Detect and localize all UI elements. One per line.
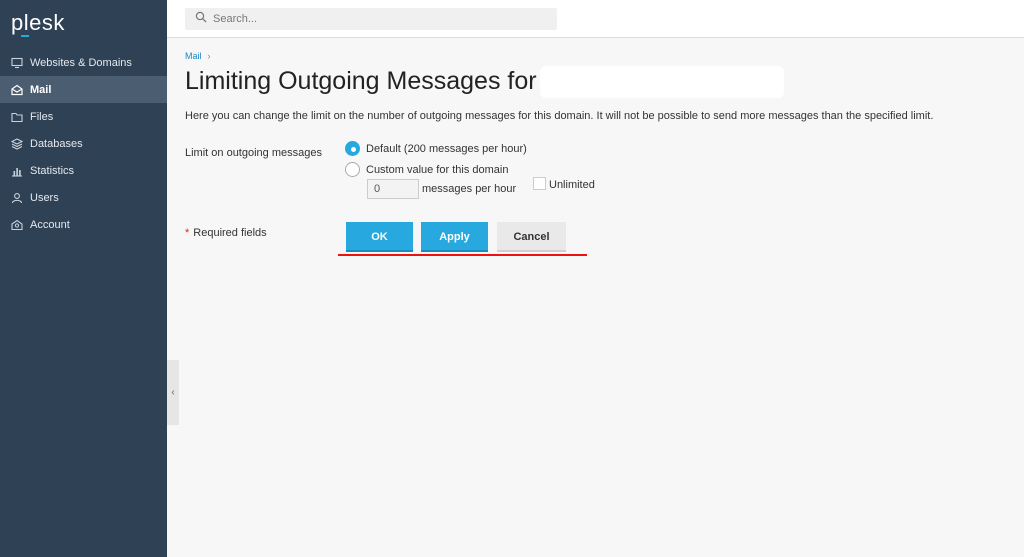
ok-button[interactable]: OK — [346, 222, 413, 252]
required-fields-note: * Required fields — [185, 227, 267, 239]
search-icon — [195, 10, 213, 28]
unlimited-checkbox[interactable] — [533, 177, 546, 190]
radio-custom[interactable] — [345, 162, 360, 177]
apply-button[interactable]: Apply — [421, 222, 488, 252]
page-title: Limiting Outgoing Messages for — [185, 67, 537, 95]
sidebar-item-label: Users — [30, 191, 59, 204]
radio-default-option[interactable]: Default (200 messages per hour) — [345, 141, 527, 156]
sidebar: plesk Websites & Domains Mail Files Data… — [0, 0, 167, 557]
folder-icon — [11, 111, 23, 123]
user-icon — [11, 192, 23, 204]
sidebar-item-files[interactable]: Files — [0, 103, 167, 130]
database-icon — [11, 137, 23, 150]
search-input[interactable] — [213, 13, 543, 25]
sidebar-nav: Websites & Domains Mail Files Databases … — [0, 49, 167, 238]
sidebar-item-label: Websites & Domains — [30, 56, 132, 69]
radio-default[interactable] — [345, 141, 360, 156]
account-icon — [11, 219, 23, 231]
sidebar-item-mail[interactable]: Mail — [0, 76, 167, 103]
bar-chart-icon — [11, 165, 23, 177]
sidebar-item-websites-domains[interactable]: Websites & Domains — [0, 49, 167, 76]
logo-accent — [21, 35, 29, 37]
redacted-domain-name — [540, 66, 784, 98]
sidebar-collapse-handle[interactable]: ‹ — [167, 360, 179, 425]
breadcrumb: Mail › — [185, 51, 211, 61]
radio-custom-label: Custom value for this domain — [366, 163, 509, 176]
radio-default-label: Default (200 messages per hour) — [366, 142, 527, 155]
mail-icon — [11, 84, 23, 96]
breadcrumb-link-mail[interactable]: Mail — [185, 51, 202, 61]
limit-field-label: Limit on outgoing messages — [185, 147, 322, 159]
sidebar-item-label: Statistics — [30, 164, 75, 177]
top-header — [167, 0, 1024, 38]
sidebar-item-label: Files — [30, 110, 54, 123]
annotation-underline — [338, 254, 587, 256]
messages-per-hour-label: messages per hour — [422, 183, 517, 195]
sidebar-item-label: Databases — [30, 137, 83, 150]
sidebar-item-account[interactable]: Account — [0, 211, 167, 238]
sidebar-item-databases[interactable]: Databases — [0, 130, 167, 157]
chevron-left-icon: ‹ — [171, 387, 175, 398]
sidebar-item-label: Mail — [30, 83, 52, 96]
required-label: Required fields — [193, 227, 267, 239]
search-box[interactable] — [185, 8, 557, 30]
unlimited-label: Unlimited — [549, 179, 595, 191]
page-description: Here you can change the limit on the num… — [185, 110, 934, 122]
sidebar-item-users[interactable]: Users — [0, 184, 167, 211]
messages-per-hour-input[interactable] — [367, 179, 419, 199]
plesk-logo[interactable]: plesk — [11, 10, 65, 36]
radio-custom-option[interactable]: Custom value for this domain — [345, 162, 508, 177]
required-star: * — [185, 227, 190, 239]
sidebar-item-label: Account — [30, 218, 70, 231]
cancel-button[interactable]: Cancel — [497, 222, 566, 252]
monitor-icon — [11, 57, 23, 69]
breadcrumb-separator-icon: › — [207, 51, 211, 61]
sidebar-item-statistics[interactable]: Statistics — [0, 157, 167, 184]
